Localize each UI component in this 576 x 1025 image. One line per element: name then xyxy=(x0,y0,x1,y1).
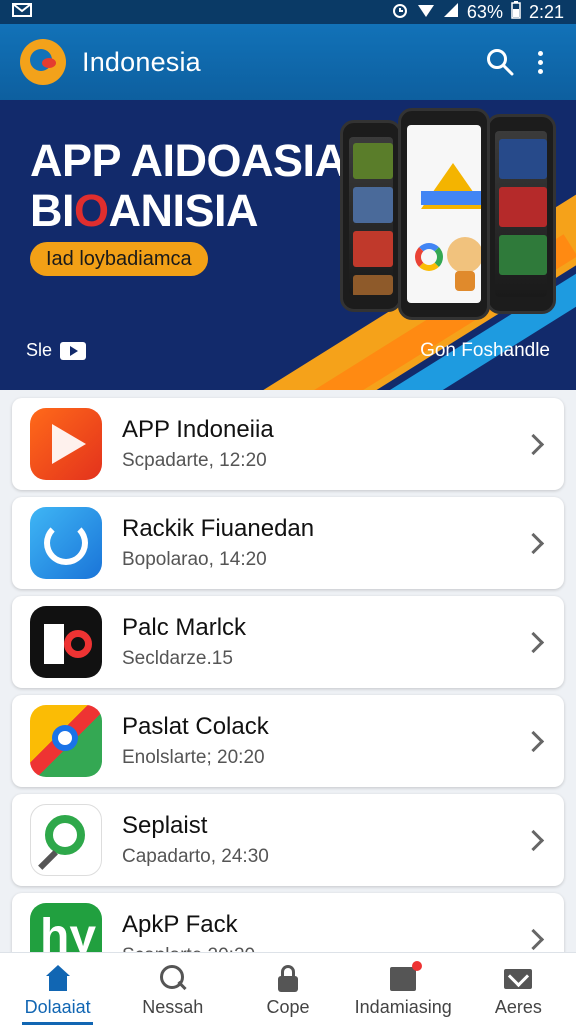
list-item-text: Seplaist Capadarto, 24:30 xyxy=(122,812,520,868)
banner-headline-line1: APP AIDOASIA xyxy=(30,135,347,186)
banner-cta-button[interactable]: Iad loybadiamca xyxy=(30,242,208,276)
notification-badge xyxy=(412,961,423,971)
banner-footer-right: Gon Foshandle xyxy=(420,340,550,361)
nav-item-messages[interactable]: Aeres xyxy=(461,953,576,1025)
home-icon xyxy=(43,965,73,993)
game-tile xyxy=(353,187,393,223)
list-item-text: Paslat Colack Enolslarte; 20:20 xyxy=(122,713,520,769)
nav-item-lock[interactable]: Cope xyxy=(230,953,345,1025)
chevron-right-icon xyxy=(520,528,550,558)
video-play-icon[interactable] xyxy=(60,341,87,360)
nav-label: Indamiasing xyxy=(354,997,452,1017)
app-bar: Indonesia xyxy=(0,24,576,100)
app-logo-icon xyxy=(20,39,66,85)
more-vert-icon xyxy=(537,50,543,74)
alarm-icon xyxy=(391,1,409,24)
banner-footer-left: Sle xyxy=(26,340,87,361)
status-bar: 63% 2:21 xyxy=(0,0,576,24)
app-list: APP Indoneiia Scpadarte, 12:20 Rackik Fi… xyxy=(12,398,564,992)
list-item-subtitle: Scpadarte, 12:20 xyxy=(122,450,267,471)
nav-label: Cope xyxy=(266,997,310,1017)
list-item-title: Rackik Fiuanedan xyxy=(122,515,315,542)
drive-logo-base xyxy=(421,191,481,205)
banner-footer-left-label: Sle xyxy=(26,340,53,360)
book-icon xyxy=(388,961,423,993)
chevron-right-icon xyxy=(520,726,550,756)
list-item-subtitle: Bopolarao, 14:20 xyxy=(122,549,267,570)
phone-mockup-left xyxy=(340,120,402,312)
nav-label: Nessah xyxy=(142,997,204,1017)
phone-screen-left xyxy=(349,137,393,295)
app-title: Indonesia xyxy=(82,46,201,77)
game-tile xyxy=(353,231,393,267)
list-item-title: APP Indoneiia xyxy=(122,416,274,443)
battery-percent: 63% xyxy=(466,1,503,22)
search-icon xyxy=(487,49,514,76)
mail-notification-icon xyxy=(12,2,32,23)
swirl-icon xyxy=(30,507,102,579)
nav-item-search[interactable]: Nessah xyxy=(115,953,230,1025)
list-item-text: APP Indoneiia Scpadarte, 12:20 xyxy=(122,416,520,472)
list-item[interactable]: Seplaist Capadarto, 24:30 xyxy=(12,794,564,886)
search-button[interactable] xyxy=(480,42,520,82)
list-item-title: Seplaist xyxy=(122,812,208,839)
chevron-right-icon xyxy=(520,924,550,954)
more-options-button[interactable] xyxy=(520,42,560,82)
list-item-title: Paslat Colack xyxy=(122,713,269,740)
wifi-icon xyxy=(417,2,435,23)
nav-item-library[interactable]: Indamiasing xyxy=(346,953,461,1025)
list-item[interactable]: Rackik Fiuanedan Bopolarao, 14:20 xyxy=(12,497,564,589)
clock: 2:21 xyxy=(528,1,564,22)
banner-headline-line2a: BI xyxy=(30,185,75,236)
chevron-right-icon xyxy=(520,627,550,657)
mail-icon xyxy=(503,965,533,993)
game-tile xyxy=(353,275,393,295)
phone-screen-right xyxy=(495,131,547,297)
game-tile xyxy=(353,143,393,179)
banner-headline-line2b: ANISIA xyxy=(108,185,259,236)
game-tile xyxy=(499,187,547,227)
list-item[interactable]: APP Indoneiia Scpadarte, 12:20 xyxy=(12,398,564,490)
banner-headline: APP AIDOASIA BIOANISIA xyxy=(30,136,347,236)
list-item-title: ApkP Fack xyxy=(122,911,238,938)
nav-item-home[interactable]: Dolaaiat xyxy=(0,953,115,1025)
list-item-subtitle: Secldarze.15 xyxy=(122,648,233,669)
list-item-title: Palc Marlck xyxy=(122,614,247,641)
play-icon xyxy=(30,408,102,480)
phone-mockup-right xyxy=(486,114,556,314)
list-item-subtitle: Enolslarte; 20:20 xyxy=(122,747,265,768)
maps-icon xyxy=(30,705,102,777)
signal-icon xyxy=(443,2,459,23)
lock-icon xyxy=(273,965,303,993)
chevron-right-icon xyxy=(520,429,550,459)
google-logo-icon xyxy=(415,243,443,271)
promo-banner[interactable]: APP AIDOASIA BIOANISIA Iad loybadiamca S… xyxy=(0,100,576,390)
game-tile xyxy=(499,235,547,275)
search-icon xyxy=(158,965,188,993)
list-item[interactable]: Paslat Colack Enolslarte; 20:20 xyxy=(12,695,564,787)
list-item-text: Palc Marlck Secldarze.15 xyxy=(122,614,520,670)
nav-label: Dolaaiat xyxy=(24,997,91,1017)
bottom-navigation: Dolaaiat Nessah Cope Indamiasing Aeres xyxy=(0,952,576,1025)
list-item[interactable]: Palc Marlck Secldarze.15 xyxy=(12,596,564,688)
phone-mockup-center xyxy=(398,108,490,320)
list-item-subtitle: Capadarto, 24:30 xyxy=(122,846,269,867)
nav-label: Aeres xyxy=(494,997,542,1017)
status-left xyxy=(12,2,32,23)
status-right: 63% 2:21 xyxy=(391,0,564,24)
banner-headline-accent: O xyxy=(74,185,109,236)
game-tile xyxy=(499,139,547,179)
battery-icon xyxy=(511,0,521,24)
magnifier-icon xyxy=(30,804,102,876)
chevron-right-icon xyxy=(520,825,550,855)
mascot-icon xyxy=(447,237,481,291)
phone-screen-center xyxy=(407,125,481,303)
ro-icon xyxy=(30,606,102,678)
list-item-text: Rackik Fiuanedan Bopolarao, 14:20 xyxy=(122,515,520,571)
